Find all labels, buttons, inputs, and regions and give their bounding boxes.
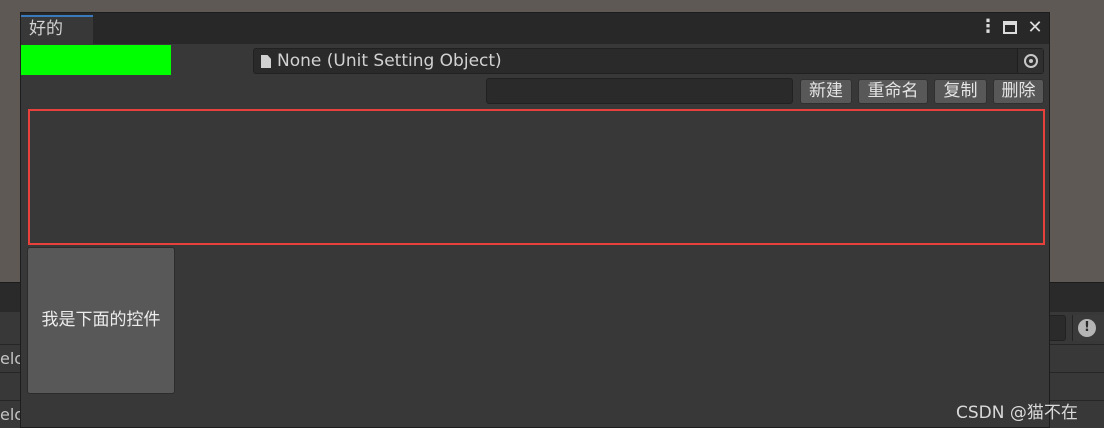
close-icon[interactable]: ✕	[1025, 17, 1045, 39]
rename-button[interactable]: 重命名	[858, 79, 928, 104]
warning-icon: !	[1078, 319, 1096, 337]
unit-setting-object-field[interactable]: None (Unit Setting Object)	[253, 48, 1044, 74]
object-picker-button[interactable]	[1017, 49, 1043, 73]
document-icon	[261, 55, 271, 68]
kebab-menu-icon[interactable]: ⋮	[979, 17, 997, 39]
window-titlebar: 好的 ⋮ ✕	[21, 13, 1049, 44]
highlighted-area	[28, 109, 1045, 245]
below-control-button[interactable]: 我是下面的控件	[27, 247, 175, 394]
green-color-bar	[21, 45, 171, 75]
maximize-icon[interactable]	[1003, 21, 1017, 34]
editor-window: 好的 ⋮ ✕ None (Unit Setting Object) 新建 重命名…	[20, 12, 1050, 428]
window-tab-title: 好的	[29, 19, 63, 39]
object-picker-icon	[1024, 54, 1038, 68]
new-button[interactable]: 新建	[800, 79, 852, 104]
copy-button[interactable]: 复制	[934, 79, 987, 104]
object-field-value: None (Unit Setting Object)	[277, 51, 502, 71]
window-tab[interactable]: 好的	[21, 15, 93, 44]
name-input[interactable]	[486, 78, 793, 104]
delete-button[interactable]: 删除	[993, 79, 1044, 104]
watermark: CSDN @猫不在	[956, 403, 1078, 423]
